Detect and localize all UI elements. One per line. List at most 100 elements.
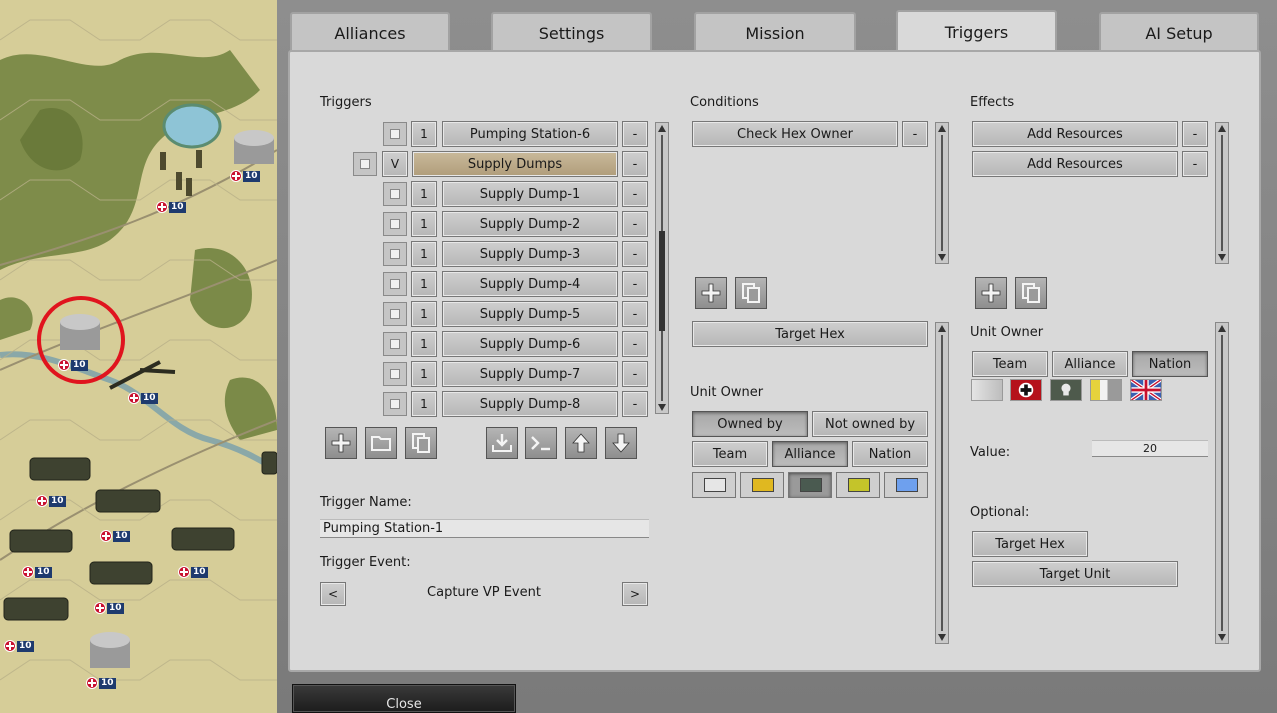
trigger-enable-checkbox[interactable]: [383, 182, 407, 206]
scroll-thumb[interactable]: [659, 231, 665, 331]
nation-flag-uk[interactable]: [1130, 378, 1162, 402]
trigger-enable-checkbox[interactable]: [383, 272, 407, 296]
trigger-enable-checkbox[interactable]: [383, 392, 407, 416]
remove-trigger-button[interactable]: -: [622, 301, 648, 327]
effect-team-toggle[interactable]: Team: [972, 351, 1048, 377]
trigger-item[interactable]: Supply Dump-7: [442, 361, 618, 387]
copy-effect-button[interactable]: [1015, 277, 1047, 309]
alliance-color-white[interactable]: [692, 472, 736, 498]
group-expand-toggle[interactable]: V: [382, 151, 408, 177]
trigger-group-item[interactable]: Supply Dumps: [412, 151, 618, 177]
trigger-enable-checkbox[interactable]: [383, 212, 407, 236]
trigger-repeat-count[interactable]: 1: [411, 181, 437, 207]
scroll-up-icon[interactable]: [1218, 325, 1226, 332]
scroll-down-icon[interactable]: [938, 634, 946, 641]
remove-trigger-button[interactable]: -: [622, 331, 648, 357]
condition-alliance-toggle[interactable]: Alliance: [772, 441, 848, 467]
remove-trigger-button[interactable]: -: [622, 391, 648, 417]
trigger-item[interactable]: Supply Dump-5: [442, 301, 618, 327]
alliance-color-blue[interactable]: [884, 472, 928, 498]
add-condition-button[interactable]: [695, 277, 727, 309]
script-console-button[interactable]: [525, 427, 557, 459]
triggers-scrollbar[interactable]: [655, 122, 669, 414]
trigger-item[interactable]: Pumping Station-6: [442, 121, 618, 147]
condition-target-hex-button[interactable]: Target Hex: [692, 321, 928, 347]
tab-alliances[interactable]: Alliances: [290, 12, 450, 52]
trigger-item[interactable]: Supply Dump-3: [442, 241, 618, 267]
scroll-up-icon[interactable]: [1218, 125, 1226, 132]
nation-flag-ss[interactable]: [1050, 379, 1082, 401]
remove-trigger-button[interactable]: -: [622, 121, 648, 147]
remove-trigger-button[interactable]: -: [622, 151, 648, 177]
trigger-repeat-count[interactable]: 1: [411, 301, 437, 327]
effect-nation-toggle[interactable]: Nation: [1132, 351, 1208, 377]
trigger-item[interactable]: Supply Dump-2: [442, 211, 618, 237]
not-owned-by-toggle[interactable]: Not owned by: [812, 411, 928, 437]
scroll-up-icon[interactable]: [658, 125, 666, 132]
remove-trigger-button[interactable]: -: [622, 241, 648, 267]
alliance-color-darkgreen[interactable]: [788, 472, 832, 498]
condition-nation-toggle[interactable]: Nation: [852, 441, 928, 467]
effect-alliance-toggle[interactable]: Alliance: [1052, 351, 1128, 377]
trigger-repeat-count[interactable]: 1: [411, 361, 437, 387]
tab-mission[interactable]: Mission: [694, 12, 856, 52]
scroll-up-icon[interactable]: [938, 125, 946, 132]
condition-item[interactable]: Check Hex Owner: [692, 121, 898, 147]
scroll-down-icon[interactable]: [1218, 634, 1226, 641]
conditions-scrollbar[interactable]: [935, 122, 949, 264]
alliance-color-yellow[interactable]: [740, 472, 784, 498]
remove-effect-button[interactable]: -: [1182, 151, 1208, 177]
alliance-color-olive[interactable]: [836, 472, 880, 498]
effect-item[interactable]: Add Resources: [972, 151, 1178, 177]
tab-triggers[interactable]: Triggers: [896, 10, 1057, 52]
effect-target-hex-button[interactable]: Target Hex: [972, 531, 1088, 557]
condition-team-toggle[interactable]: Team: [692, 441, 768, 467]
add-trigger-button[interactable]: [325, 427, 357, 459]
copy-condition-button[interactable]: [735, 277, 767, 309]
remove-condition-button[interactable]: -: [902, 121, 928, 147]
trigger-repeat-count[interactable]: 1: [411, 211, 437, 237]
scroll-down-icon[interactable]: [1218, 254, 1226, 261]
trigger-enable-checkbox[interactable]: [383, 332, 407, 356]
move-up-button[interactable]: [565, 427, 597, 459]
add-effect-button[interactable]: [975, 277, 1007, 309]
trigger-repeat-count[interactable]: 1: [411, 391, 437, 417]
trigger-repeat-count[interactable]: 1: [411, 241, 437, 267]
remove-effect-button[interactable]: -: [1182, 121, 1208, 147]
effect-target-unit-button[interactable]: Target Unit: [972, 561, 1178, 587]
trigger-repeat-count[interactable]: 1: [411, 271, 437, 297]
move-down-button[interactable]: [605, 427, 637, 459]
add-folder-button[interactable]: [365, 427, 397, 459]
close-button[interactable]: Close: [292, 684, 516, 713]
remove-trigger-button[interactable]: -: [622, 271, 648, 297]
nation-flag-germany[interactable]: [1010, 379, 1042, 401]
trigger-enable-checkbox[interactable]: [383, 362, 407, 386]
remove-trigger-button[interactable]: -: [622, 361, 648, 387]
trigger-item[interactable]: Supply Dump-8: [442, 391, 618, 417]
trigger-enable-checkbox[interactable]: [383, 242, 407, 266]
nation-flag-vatican[interactable]: [1090, 379, 1122, 401]
effect-item[interactable]: Add Resources: [972, 121, 1178, 147]
trigger-enable-checkbox[interactable]: [353, 152, 377, 176]
owned-by-toggle[interactable]: Owned by: [692, 411, 808, 437]
scroll-up-icon[interactable]: [938, 325, 946, 332]
remove-trigger-button[interactable]: -: [622, 211, 648, 237]
tab-ai-setup[interactable]: AI Setup: [1099, 12, 1259, 52]
trigger-repeat-count[interactable]: 1: [411, 121, 437, 147]
scroll-down-icon[interactable]: [938, 254, 946, 261]
import-trigger-button[interactable]: [486, 427, 518, 459]
effect-details-scrollbar[interactable]: [1215, 322, 1229, 644]
trigger-repeat-count[interactable]: 1: [411, 331, 437, 357]
scroll-down-icon[interactable]: [658, 404, 666, 411]
tab-settings[interactable]: Settings: [491, 12, 652, 52]
effect-value-input[interactable]: 20: [1092, 440, 1208, 457]
nation-flag-neutral[interactable]: [971, 379, 1003, 401]
trigger-enable-checkbox[interactable]: [383, 302, 407, 326]
battle-map[interactable]: 10 10 10 10 10 10 10 10 10 10 10: [0, 0, 277, 713]
trigger-enable-checkbox[interactable]: [383, 122, 407, 146]
remove-trigger-button[interactable]: -: [622, 181, 648, 207]
event-prev-button[interactable]: <: [320, 582, 346, 606]
trigger-item[interactable]: Supply Dump-4: [442, 271, 618, 297]
effects-scrollbar[interactable]: [1215, 122, 1229, 264]
trigger-item[interactable]: Supply Dump-6: [442, 331, 618, 357]
